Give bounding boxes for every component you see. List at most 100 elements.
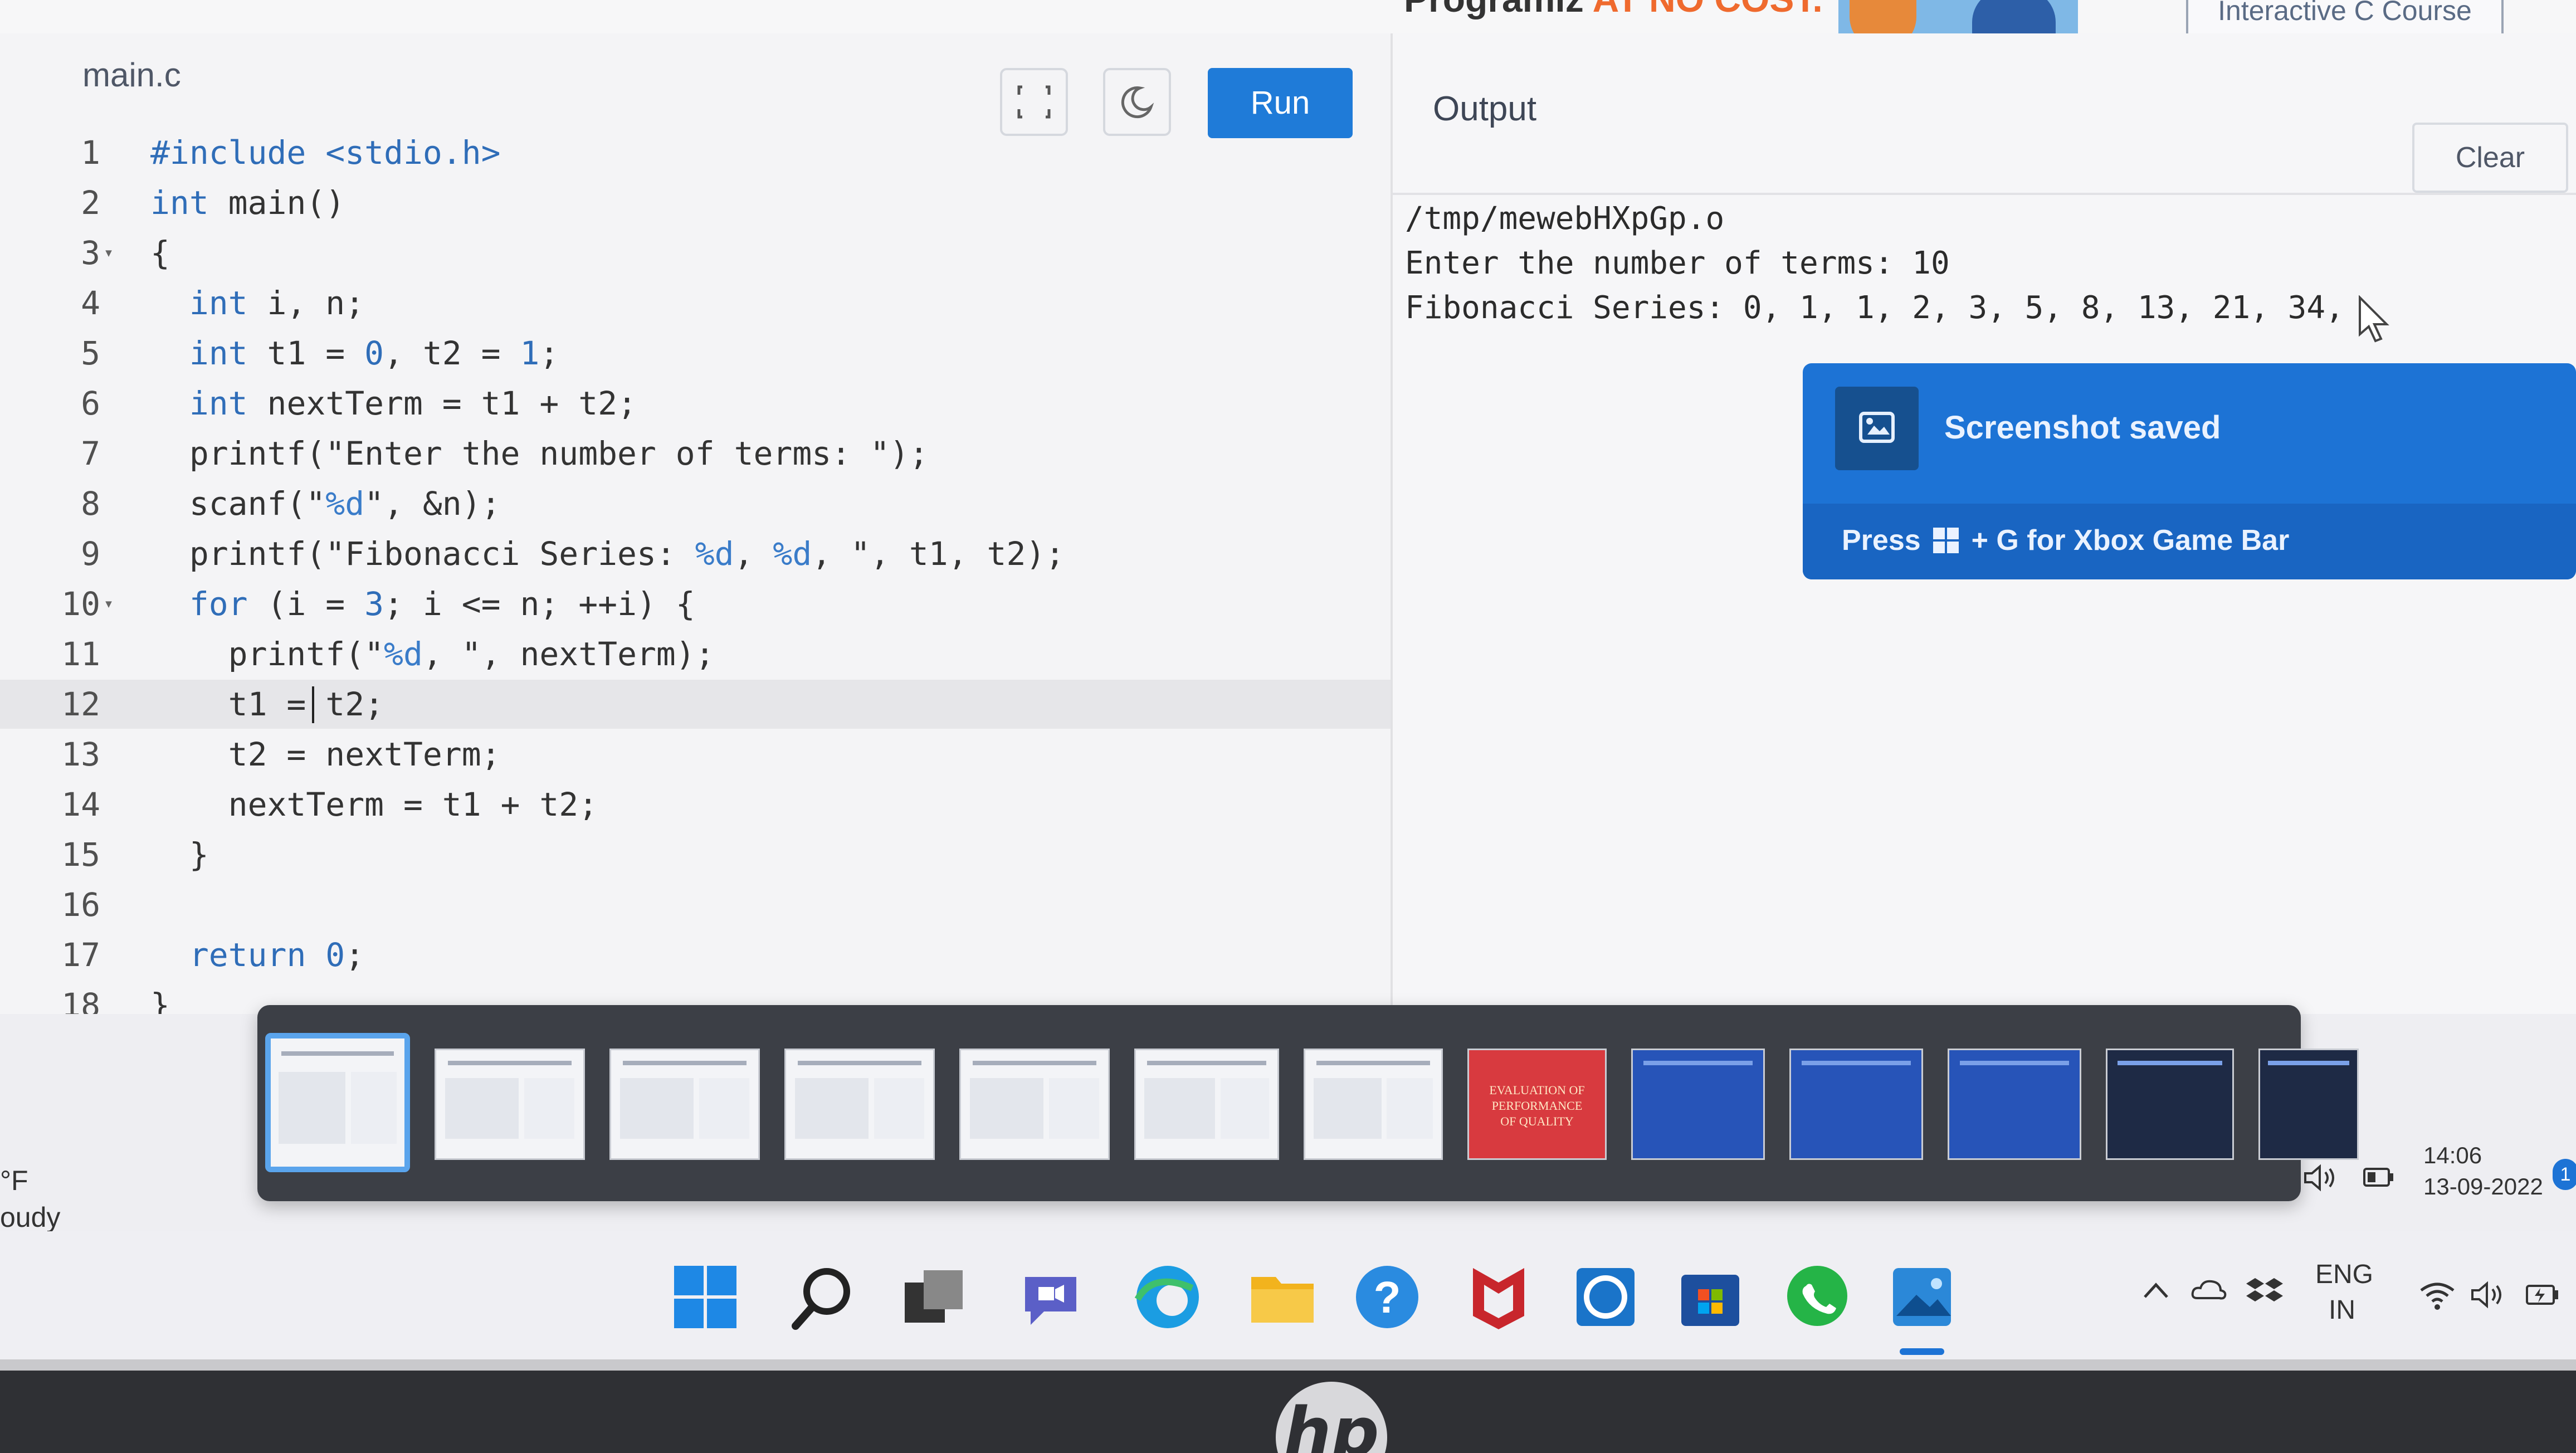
line-number: 4 — [81, 284, 100, 322]
code-line[interactable]: 15 } — [0, 830, 1391, 879]
line-number: 11 — [61, 635, 100, 673]
line-number: 9 — [81, 535, 100, 573]
weather-condition: oudy — [0, 1202, 61, 1233]
teams-chat-icon[interactable] — [1014, 1260, 1087, 1334]
code-area[interactable]: 1 #include <stdio.h> 2 int main() 3 ▾{4 int i… — [0, 128, 1393, 1024]
volume-icon[interactable] — [2468, 1278, 2507, 1311]
hp-logo-text: hp — [1284, 1394, 1379, 1453]
clear-button[interactable]: Clear — [2412, 123, 2568, 193]
window-thumbnail[interactable] — [784, 1049, 935, 1160]
mcafee-icon[interactable] — [1462, 1260, 1535, 1334]
code-line[interactable]: 6 int nextTerm = t1 + t2; — [0, 379, 1391, 428]
banner-headline: Programiz AT NO COST. — [1404, 0, 1823, 20]
hp-logo: hp — [1276, 1382, 1387, 1453]
task-view-icon[interactable] — [897, 1260, 970, 1334]
line-number: 13 — [61, 735, 100, 773]
clock-time: 14:06 — [2423, 1142, 2482, 1168]
window-thumbnail[interactable] — [435, 1049, 585, 1160]
notification-badge[interactable]: 1 — [2553, 1159, 2576, 1190]
code-text: nextTerm = t1 + t2; — [150, 786, 598, 823]
window-thumbnail[interactable] — [959, 1049, 1110, 1160]
toast-hint-suffix: + G for Xbox Game Bar — [1971, 524, 2290, 557]
screen: Programiz AT NO COST. Interactive C Cour… — [0, 0, 2576, 1371]
fullscreen-icon — [1017, 85, 1051, 119]
input-language-region[interactable]: IN — [2329, 1295, 2355, 1325]
wifi-icon[interactable] — [2418, 1278, 2457, 1311]
search-icon[interactable] — [786, 1260, 859, 1334]
window-thumbnail[interactable] — [2258, 1049, 2359, 1160]
chevron-up-icon[interactable] — [2139, 1276, 2173, 1304]
battery-icon — [2363, 1168, 2393, 1187]
file-tab[interactable]: main.c — [82, 56, 181, 94]
input-language-primary[interactable]: ENG — [2315, 1259, 2373, 1290]
window-thumbnail[interactable] — [1948, 1049, 2081, 1160]
code-text: return 0; — [189, 936, 365, 974]
app-store-icon[interactable] — [1569, 1260, 1642, 1334]
line-number: 2 — [81, 184, 100, 222]
line-number: 6 — [81, 384, 100, 422]
window-thumbnail[interactable] — [2106, 1049, 2234, 1160]
code-text: #include <stdio.h> — [150, 134, 501, 172]
code-line[interactable]: 17 return 0; — [0, 930, 1391, 979]
dark-mode-button[interactable] — [1103, 68, 1171, 136]
window-thumbnail[interactable] — [1134, 1049, 1279, 1160]
microsoft-store-icon[interactable] — [1674, 1260, 1747, 1334]
taskbar: ? ENG IN — [0, 1231, 2576, 1371]
window-thumbnail[interactable] — [1631, 1049, 1765, 1160]
code-text: printf("Enter the number of terms: "); — [150, 435, 929, 472]
window-thumbnail[interactable] — [609, 1049, 760, 1160]
code-line[interactable]: 16 — [0, 880, 1391, 929]
code-line[interactable]: 14 nextTerm = t1 + t2; — [0, 780, 1391, 829]
code-line[interactable]: 10 ▾ for (i = 3; i <= n; ++i) { — [0, 579, 1391, 628]
window-thumbnail[interactable] — [1304, 1049, 1443, 1160]
code-text: scanf("%d", &n); — [150, 485, 501, 523]
toast-hint-prefix: Press — [1842, 524, 1921, 557]
code-line[interactable]: 12 t1 = t2; — [0, 680, 1391, 729]
code-line[interactable]: 1 #include <stdio.h> — [0, 128, 1391, 177]
window-thumbnail[interactable] — [1789, 1049, 1923, 1160]
code-line[interactable]: 5 int t1 = 0, t2 = 1; — [0, 329, 1391, 378]
toast-title: Screenshot saved — [1944, 409, 2221, 446]
line-number: 12 — [61, 685, 100, 723]
code-text: int i, n; — [189, 284, 365, 322]
line-number: 3 — [81, 234, 100, 272]
window-thumbnail[interactable] — [265, 1033, 410, 1172]
active-app-indicator — [1900, 1348, 1944, 1355]
code-line[interactable]: 3 ▾ { — [0, 228, 1391, 277]
code-line[interactable]: 9 printf("Fibonacci Series: %d, %d, ", t… — [0, 529, 1391, 578]
code-text: int t1 = 0, t2 = 1; — [189, 334, 559, 372]
edge-icon[interactable] — [1131, 1260, 1204, 1334]
code-text: printf("Fibonacci Series: %d, %d, ", t1,… — [150, 535, 1065, 573]
svg-text:?: ? — [1374, 1272, 1401, 1322]
help-icon[interactable]: ? — [1350, 1260, 1424, 1334]
fold-toggle-icon[interactable]: ▾ — [104, 228, 114, 277]
photos-icon[interactable] — [1885, 1260, 1959, 1334]
onedrive-icon[interactable] — [2189, 1276, 2228, 1304]
laptop-bezel: hp — [0, 1359, 2576, 1453]
code-text: int nextTerm = t1 + t2; — [189, 384, 637, 422]
code-line[interactable]: 11 printf("%d, ", nextTerm); — [0, 630, 1391, 679]
line-number: 5 — [81, 334, 100, 372]
system-tray: ENG IN — [2139, 1254, 2576, 1343]
game-bar-capture-icon — [1835, 387, 1919, 470]
code-text: t1 = t2; — [150, 685, 384, 723]
whatsapp-icon[interactable] — [1780, 1260, 1854, 1334]
code-line[interactable]: 7 printf("Enter the number of terms: "); — [0, 429, 1391, 478]
code-line[interactable]: 13 t2 = nextTerm; — [0, 730, 1391, 779]
code-text: int main() — [150, 184, 345, 222]
code-line[interactable]: 8 scanf("%d", &n); — [0, 479, 1391, 528]
banner-headline-tail: Programiz — [1404, 0, 1593, 19]
code-line[interactable]: 4 int i, n; — [0, 279, 1391, 328]
window-thumbnail[interactable]: EVALUATION OF PERFORMANCE OF QUALITY — [1467, 1049, 1607, 1160]
file-explorer-icon[interactable] — [1246, 1260, 1319, 1334]
toast-hint-bar: Press + G for Xbox Game Bar — [1803, 504, 2576, 579]
battery-charging-icon[interactable] — [2524, 1278, 2563, 1311]
fullscreen-button[interactable] — [1000, 68, 1068, 136]
code-line[interactable]: 2 int main() — [0, 178, 1391, 227]
fold-toggle-icon[interactable]: ▾ — [104, 579, 114, 628]
dropbox-icon[interactable] — [2245, 1274, 2284, 1307]
screenshot-toast[interactable]: Screenshot saved Press + G for Xbox Game… — [1803, 363, 2576, 579]
volume-icon — [2304, 1164, 2334, 1192]
line-number: 14 — [61, 786, 100, 823]
windows-start-icon[interactable] — [669, 1260, 742, 1334]
